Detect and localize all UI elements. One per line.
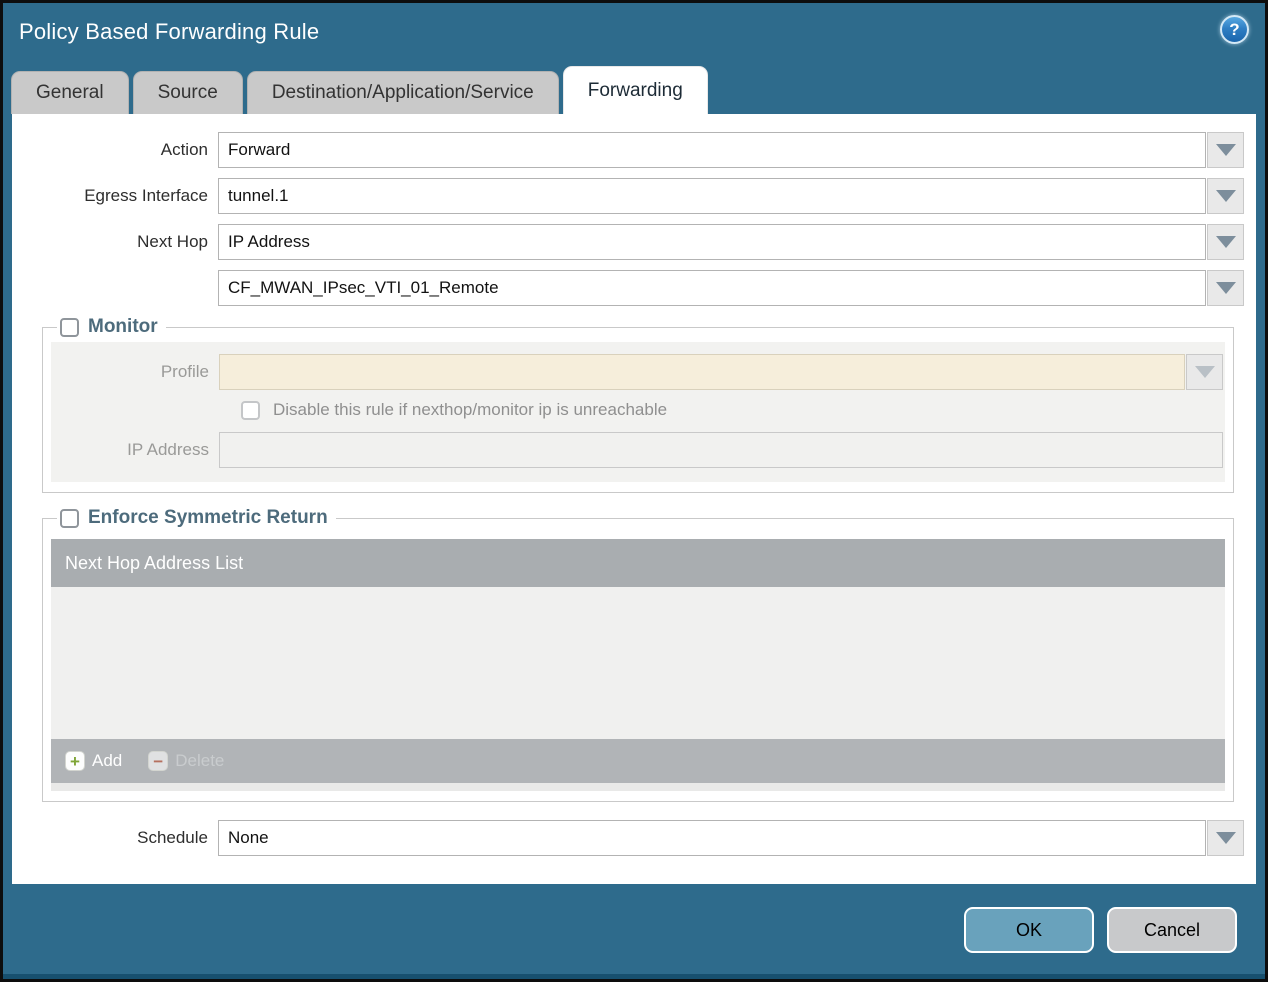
profile-select	[219, 354, 1223, 390]
tab-source[interactable]: Source	[132, 71, 243, 114]
monitor-legend: Monitor	[57, 316, 166, 338]
egress-interface-label: Egress Interface	[84, 186, 208, 205]
monitor-ip-address-field	[219, 432, 1223, 468]
next-hop-row: Next Hop IP Address	[32, 224, 1244, 260]
next-hop-type-value[interactable]: IP Address	[218, 224, 1206, 260]
policy-based-forwarding-dialog: Policy Based Forwarding Rule ? General S…	[0, 0, 1268, 982]
enforce-symmetric-return-section: Enforce Symmetric Return Next Hop Addres…	[42, 507, 1234, 802]
action-dropdown-button[interactable]	[1207, 132, 1244, 168]
bottom-border-strip	[3, 974, 1265, 979]
next-hop-label: Next Hop	[137, 232, 208, 251]
next-hop-address-list-header: Next Hop Address List	[51, 539, 1225, 587]
egress-interface-value[interactable]: tunnel.1	[218, 178, 1206, 214]
action-value[interactable]: Forward	[218, 132, 1206, 168]
cancel-button[interactable]: Cancel	[1107, 907, 1237, 953]
monitor-ip-address-value	[219, 432, 1223, 468]
ok-button[interactable]: OK	[964, 907, 1094, 953]
next-hop-type-select: IP Address	[218, 224, 1244, 260]
next-hop-address-dropdown-button[interactable]	[1207, 270, 1244, 306]
profile-label: Profile	[160, 362, 209, 381]
chevron-down-icon	[1215, 190, 1236, 202]
monitor-section: Monitor Profile Disable this rule if nex…	[42, 316, 1234, 493]
schedule-value[interactable]: None	[218, 820, 1206, 856]
action-label: Action	[160, 140, 208, 159]
egress-interface-row: Egress Interface tunnel.1	[32, 178, 1244, 214]
next-hop-address-list-toolbar: + Add − Delete	[51, 739, 1225, 783]
egress-interface-select: tunnel.1	[218, 178, 1244, 214]
next-hop-address-select: CF_MWAN_IPsec_VTI_01_Remote	[218, 270, 1244, 306]
chevron-down-icon	[1215, 236, 1236, 248]
forwarding-tab-content: Action Forward Egress Interface tunnel.1…	[12, 114, 1256, 884]
monitor-title: Monitor	[88, 316, 158, 337]
next-hop-address-row: CF_MWAN_IPsec_VTI_01_Remote	[32, 270, 1244, 306]
profile-row: Profile	[51, 354, 1223, 390]
schedule-label: Schedule	[137, 828, 208, 847]
next-hop-address-list-body	[51, 587, 1225, 739]
dialog-title: Policy Based Forwarding Rule	[19, 19, 320, 44]
dialog-titlebar: Policy Based Forwarding Rule ?	[3, 3, 1265, 66]
chevron-down-icon	[1215, 832, 1236, 844]
plus-icon: +	[65, 751, 85, 771]
disable-rule-row: Disable this rule if nexthop/monitor ip …	[241, 400, 1223, 420]
disable-rule-checkbox	[241, 400, 260, 420]
chevron-down-icon	[1215, 144, 1236, 156]
add-button-label: Add	[92, 751, 123, 770]
tab-forwarding[interactable]: Forwarding	[562, 66, 708, 114]
tab-general[interactable]: General	[11, 71, 129, 114]
enforce-symmetric-return-title: Enforce Symmetric Return	[88, 507, 328, 528]
schedule-select: None	[218, 820, 1244, 856]
next-hop-dropdown-button[interactable]	[1207, 224, 1244, 260]
next-hop-address-value[interactable]: CF_MWAN_IPsec_VTI_01_Remote	[218, 270, 1206, 306]
action-select: Forward	[218, 132, 1244, 168]
monitor-ip-address-row: IP Address	[51, 432, 1223, 468]
chevron-down-icon	[1215, 282, 1236, 294]
tab-bar: General Source Destination/Application/S…	[3, 66, 1265, 114]
monitor-ip-address-label: IP Address	[127, 440, 209, 459]
schedule-dropdown-button[interactable]	[1207, 820, 1244, 856]
disable-rule-label: Disable this rule if nexthop/monitor ip …	[273, 400, 668, 419]
action-row: Action Forward	[32, 132, 1244, 168]
profile-value	[219, 354, 1185, 390]
monitor-panel: Profile Disable this rule if nexthop/mon…	[51, 342, 1225, 482]
minus-icon: −	[148, 751, 169, 771]
enforce-symmetric-return-checkbox[interactable]	[60, 508, 79, 528]
dialog-footer: OK Cancel	[3, 884, 1265, 953]
delete-button-label: Delete	[175, 751, 225, 770]
egress-interface-dropdown-button[interactable]	[1207, 178, 1244, 214]
delete-button: − Delete	[148, 751, 224, 771]
next-hop-address-list: Next Hop Address List + Add − Delete	[51, 539, 1225, 791]
profile-dropdown-button	[1186, 354, 1223, 390]
enforce-symmetric-return-legend: Enforce Symmetric Return	[57, 507, 336, 529]
chevron-down-icon	[1194, 366, 1215, 378]
list-bottom-strip	[51, 783, 1225, 791]
schedule-row: Schedule None	[32, 820, 1244, 856]
tab-destination-application-service[interactable]: Destination/Application/Service	[246, 71, 559, 114]
monitor-checkbox[interactable]	[60, 317, 79, 337]
help-icon[interactable]: ?	[1220, 15, 1249, 44]
add-button[interactable]: + Add	[65, 751, 122, 771]
